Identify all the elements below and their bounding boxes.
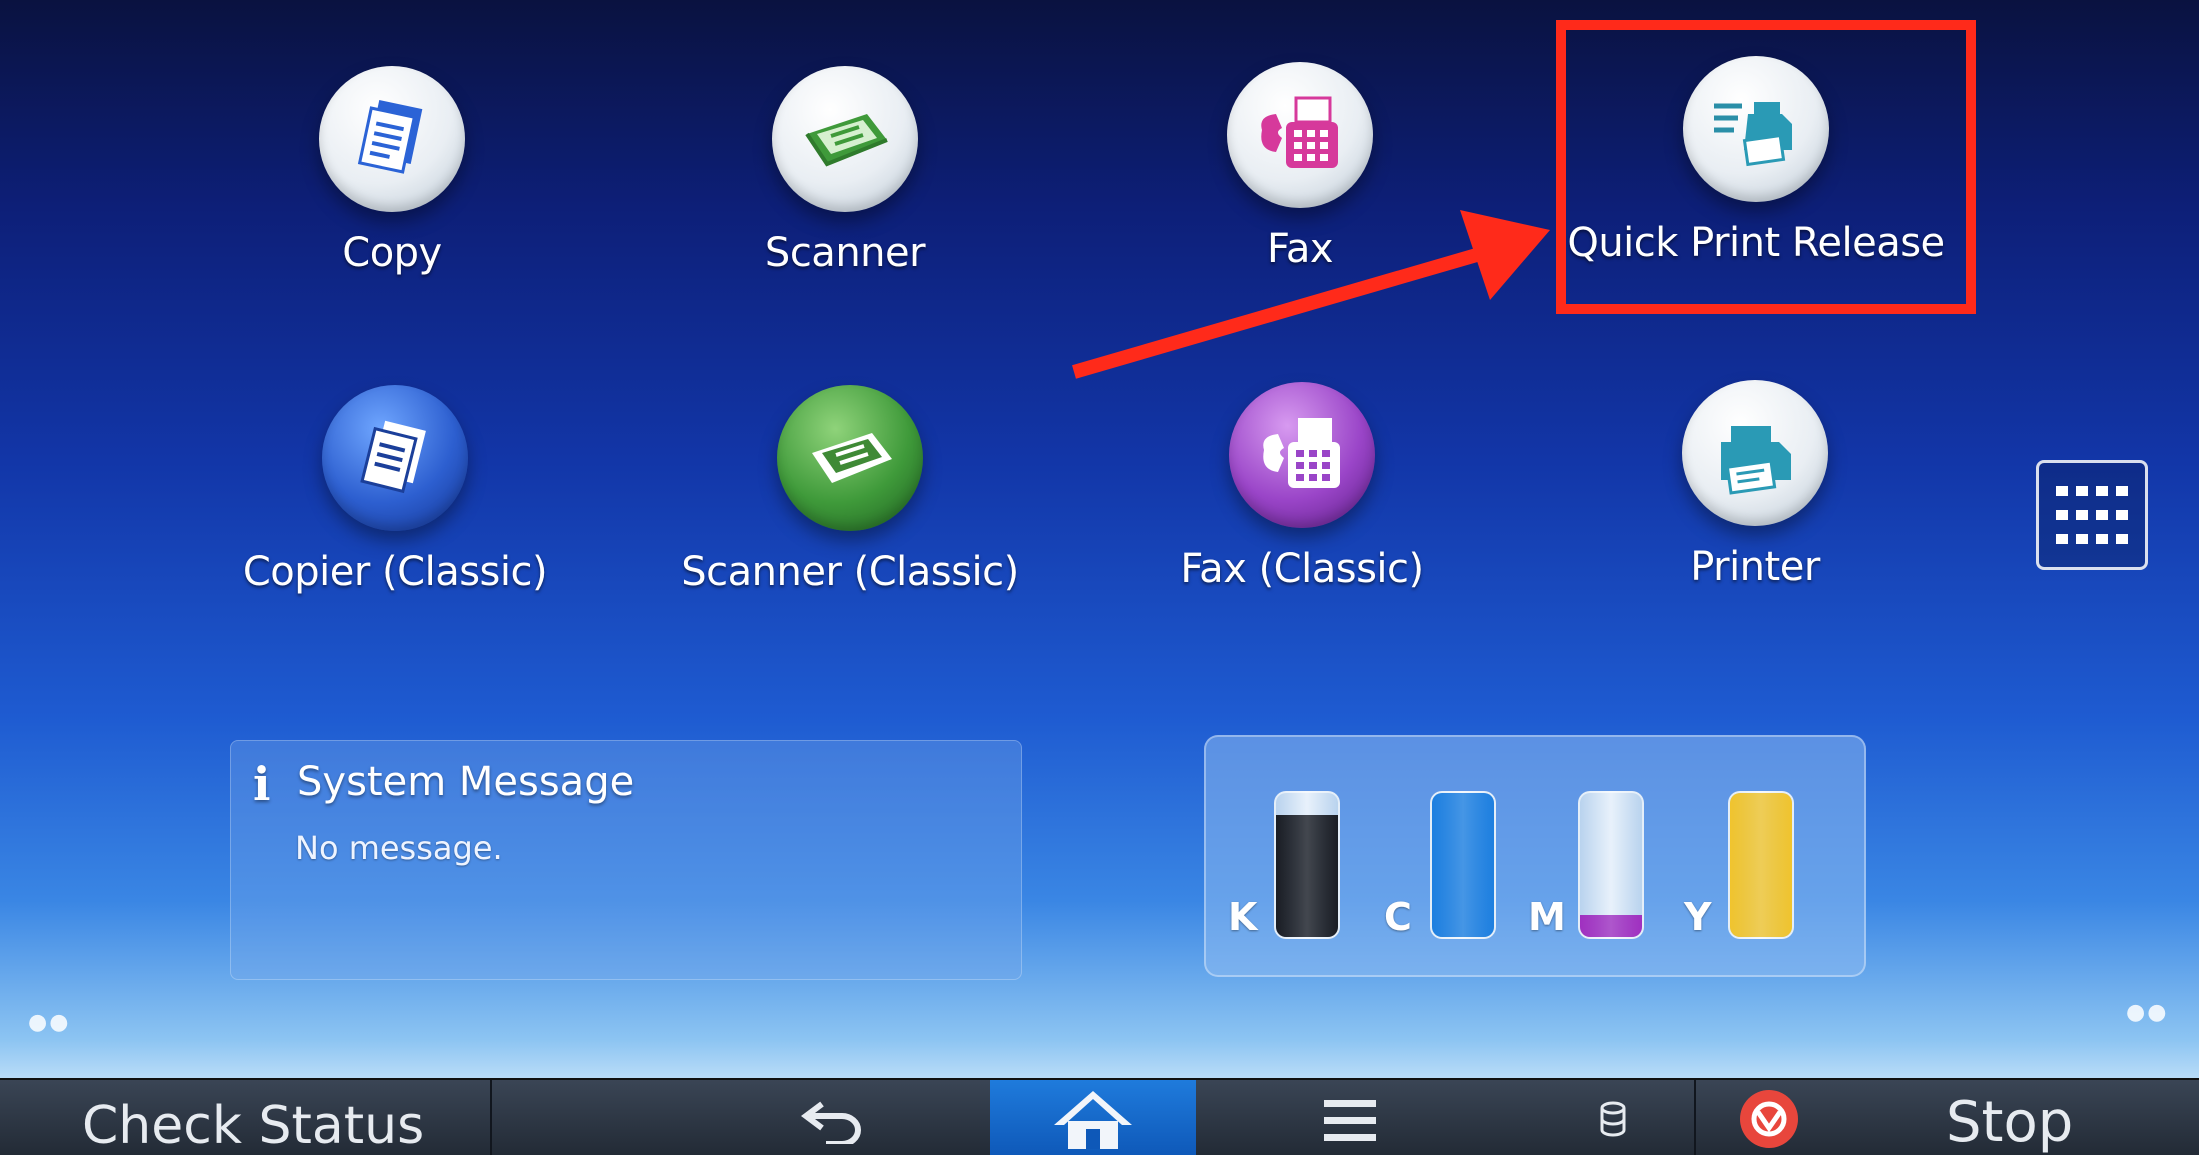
home-button[interactable]: [990, 1080, 1196, 1155]
app-label: Printer: [1690, 544, 1820, 590]
app-printer[interactable]: Printer: [1545, 380, 1965, 590]
toner-letter: M: [1528, 895, 1566, 939]
toner-fill: [1580, 915, 1642, 937]
storage-icon: [1600, 1101, 1626, 1137]
divider: [490, 1080, 492, 1155]
stop-icon[interactable]: [1736, 1088, 1802, 1150]
app-label: Copier (Classic): [242, 549, 548, 595]
divider: [1694, 1080, 1696, 1155]
system-message-title: System Message: [297, 759, 635, 805]
fax-icon: [1227, 62, 1373, 218]
toner-fill: [1432, 793, 1494, 937]
copy-icon: [319, 66, 465, 222]
annotation-arrow: [1072, 210, 1550, 379]
toner-fill: [1730, 793, 1792, 937]
toner-level-panel[interactable]: K C M Y: [1204, 735, 1866, 977]
system-message-body: No message.: [295, 829, 503, 867]
toner-letter: K: [1228, 895, 1258, 939]
toner-tube: [1274, 791, 1340, 939]
toner-tube: [1728, 791, 1794, 939]
system-message-panel[interactable]: i System Message No message.: [230, 740, 1022, 980]
app-copy[interactable]: Copy: [182, 66, 602, 276]
menu-icon[interactable]: [1322, 1098, 1378, 1144]
app-scanner[interactable]: Scanner: [635, 66, 1055, 276]
scanner-classic-icon: [777, 385, 923, 541]
app-fax-classic[interactable]: Fax (Classic): [1092, 382, 1512, 592]
toner-tube: [1430, 791, 1496, 939]
page-indicator-right: ●●: [2126, 1000, 2169, 1025]
footer-bar: Check Status Stop: [0, 1078, 2199, 1155]
printer-icon: [1682, 380, 1828, 536]
app-label: Copy: [342, 230, 442, 276]
stop-button[interactable]: Stop: [1946, 1090, 2073, 1155]
copier-classic-icon: [322, 385, 468, 541]
check-status-button[interactable]: Check Status: [82, 1096, 424, 1155]
grid-icon: [2056, 486, 2128, 544]
app-scanner-classic[interactable]: Scanner (Classic): [640, 385, 1060, 595]
toner-tube: [1578, 791, 1644, 939]
page-indicator-left: ●●: [28, 1010, 71, 1035]
home-screen: Copy Scanner Fax Quick Print Release Cop…: [0, 0, 2199, 1155]
annotation-highlight-box: [1556, 20, 1976, 314]
toner-letter: C: [1384, 895, 1412, 939]
app-list-button[interactable]: [2036, 460, 2148, 570]
toner-fill: [1276, 814, 1338, 937]
app-copier-classic[interactable]: Copier (Classic): [185, 385, 605, 595]
info-icon: i: [253, 757, 271, 811]
app-label: Scanner (Classic): [681, 549, 1019, 595]
app-label: Fax (Classic): [1180, 546, 1424, 592]
home-icon: [1054, 1090, 1132, 1149]
fax-classic-icon: [1229, 382, 1375, 538]
toner-letter: Y: [1684, 895, 1712, 939]
scanner-icon: [772, 66, 918, 222]
back-icon[interactable]: [798, 1094, 868, 1144]
app-label: Scanner: [764, 230, 926, 276]
